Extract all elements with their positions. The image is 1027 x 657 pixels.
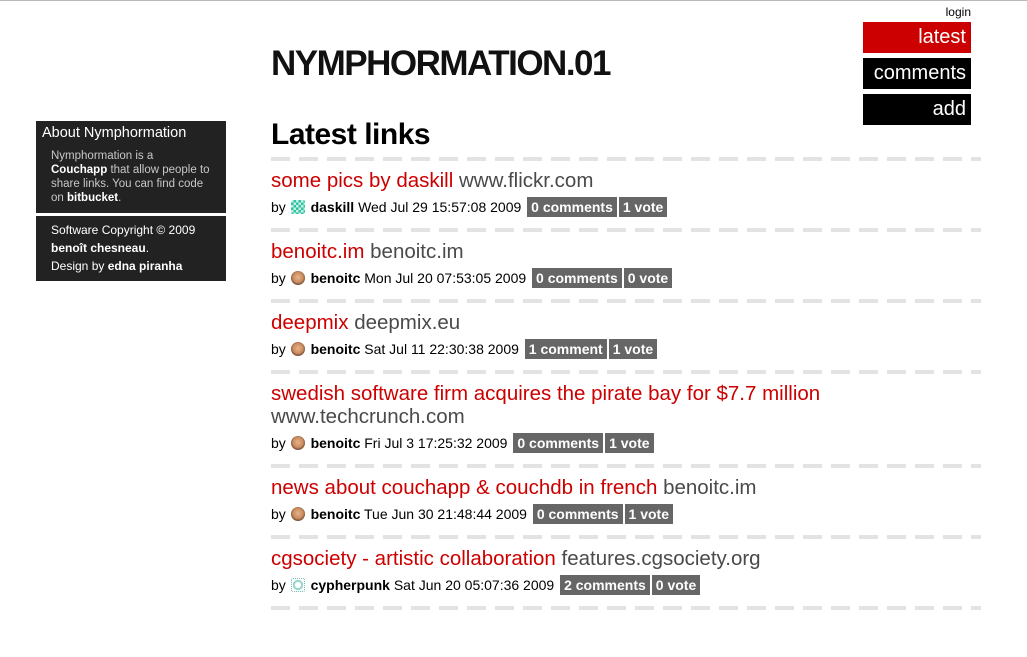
user-link[interactable]: daskill: [311, 199, 355, 215]
about-text-1: Nymphormation is a: [51, 150, 154, 162]
page-heading: Latest links: [271, 118, 431, 151]
link-meta: by cypherpunk Sat Jun 20 05:07:36 2009 2…: [271, 575, 981, 595]
user-link[interactable]: benoitc: [311, 341, 361, 357]
copyright-box: Software Copyright © 2009 benoît chesnea…: [36, 216, 226, 281]
by-label: by: [271, 341, 286, 357]
about-text: Nymphormation is a Couchapp that allow p…: [36, 144, 226, 213]
votes-badge[interactable]: 0 vote: [651, 575, 701, 595]
by-label: by: [271, 270, 286, 286]
design-label: Design by: [51, 259, 105, 273]
link-title[interactable]: news about couchapp & couchdb in french: [271, 476, 657, 499]
link-domain: www.techcrunch.com: [271, 405, 465, 428]
by-label: by: [271, 435, 286, 451]
link-title[interactable]: swedish software firm acquires the pirat…: [271, 382, 820, 405]
by-label: by: [271, 506, 286, 522]
comments-badge[interactable]: 0 comments: [513, 433, 604, 453]
link-domain: www.flickr.com: [459, 169, 594, 192]
votes-badge[interactable]: 1 vote: [618, 197, 668, 217]
link-domain: benoitc.im: [663, 476, 757, 499]
comments-badge[interactable]: 0 comments: [532, 504, 623, 524]
link-meta: by daskill Wed Jul 29 15:57:08 2009 0 co…: [271, 197, 981, 217]
votes-badge[interactable]: 1 vote: [605, 433, 654, 453]
main-nav: latest comments add: [863, 22, 971, 130]
face-avatar-icon: [290, 436, 305, 450]
nav-latest[interactable]: latest: [863, 22, 971, 53]
site-title: NYMPHORMATION.01: [271, 44, 612, 83]
about-text-3: .: [118, 192, 122, 204]
about-box: About Nymphormation Nymphormation is a C…: [36, 121, 226, 213]
link-date: Tue Jun 30 21:48:44 2009: [364, 506, 527, 522]
face-avatar-icon: [290, 342, 305, 356]
link-title[interactable]: some pics by daskill: [271, 169, 453, 192]
design-author-link[interactable]: edna piranha: [108, 259, 183, 273]
nav-comments[interactable]: comments: [863, 58, 971, 89]
link-item: swedish software firm acquires the pirat…: [271, 374, 981, 464]
link-date: Sat Jul 11 22:30:38 2009: [364, 341, 519, 357]
copyright-label: Software Copyright © 2009: [51, 223, 196, 237]
link-meta: by benoitc Sat Jul 11 22:30:38 2009 1 co…: [271, 339, 981, 359]
copyright-author-link[interactable]: benoît chesneau: [51, 241, 146, 255]
link-item: some pics by daskill www.flickr.com by d…: [271, 161, 981, 228]
link-title[interactable]: deepmix: [271, 311, 349, 334]
link-item: deepmix deepmix.eu by benoitc Sat Jul 11…: [271, 303, 981, 370]
link-date: Fri Jul 3 17:25:32 2009: [364, 435, 508, 451]
link-date: Sat Jun 20 05:07:36 2009: [393, 577, 555, 593]
link-item: benoitc.im benoitc.im by benoitc Mon Jul…: [271, 232, 981, 299]
user-link[interactable]: benoitc: [311, 435, 361, 451]
votes-badge[interactable]: 1 vote: [608, 339, 658, 359]
copyright-text: Software Copyright © 2009 benoît chesnea…: [36, 216, 226, 281]
user-link[interactable]: cypherpunk: [311, 577, 390, 593]
user-link[interactable]: benoitc: [311, 506, 361, 522]
link-meta: by benoitc Tue Jun 30 21:48:44 2009 0 co…: [271, 504, 981, 524]
copyright-end: .: [145, 241, 150, 255]
link-title[interactable]: benoitc.im: [271, 240, 364, 263]
login-link[interactable]: login: [946, 5, 971, 19]
ring-avatar-icon: [290, 578, 305, 592]
comments-badge[interactable]: 2 comments: [560, 575, 650, 595]
link-domain: benoitc.im: [370, 240, 464, 263]
by-label: by: [271, 199, 286, 215]
comments-badge[interactable]: 0 comments: [532, 268, 622, 288]
about-title: About Nymphormation: [42, 125, 187, 141]
by-label: by: [271, 577, 286, 593]
face-avatar-icon: [290, 507, 305, 521]
link-domain: deepmix.eu: [354, 311, 461, 334]
link-date: Wed Jul 29 15:57:08 2009: [358, 199, 522, 215]
face-avatar-icon: [290, 271, 305, 285]
comments-badge[interactable]: 1 comment: [524, 339, 607, 359]
link-meta: by benoitc Fri Jul 3 17:25:32 2009 0 com…: [271, 433, 981, 453]
comments-badge[interactable]: 0 comments: [527, 197, 617, 217]
user-link[interactable]: benoitc: [311, 270, 361, 286]
votes-badge[interactable]: 0 vote: [623, 268, 673, 288]
link-domain: features.cgsociety.org: [561, 547, 761, 570]
top-border-line: [0, 0, 1027, 1]
link-date: Mon Jul 20 07:53:05 2009: [364, 270, 527, 286]
couchapp-link[interactable]: Couchapp: [51, 164, 107, 176]
link-meta: by benoitc Mon Jul 20 07:53:05 2009 0 co…: [271, 268, 981, 288]
pixel-avatar-icon: [290, 200, 305, 214]
bitbucket-link[interactable]: bitbucket: [67, 192, 118, 204]
link-item: cgsociety - artistic collaboration featu…: [271, 539, 981, 606]
dashed-divider: [271, 606, 981, 610]
link-item: news about couchapp & couchdb in french …: [271, 468, 981, 535]
main-content: Latest links some pics by daskill www.fl…: [271, 118, 981, 610]
link-title[interactable]: cgsociety - artistic collaboration: [271, 547, 556, 570]
sidebar: About Nymphormation Nymphormation is a C…: [36, 121, 226, 284]
votes-badge[interactable]: 1 vote: [624, 504, 674, 524]
